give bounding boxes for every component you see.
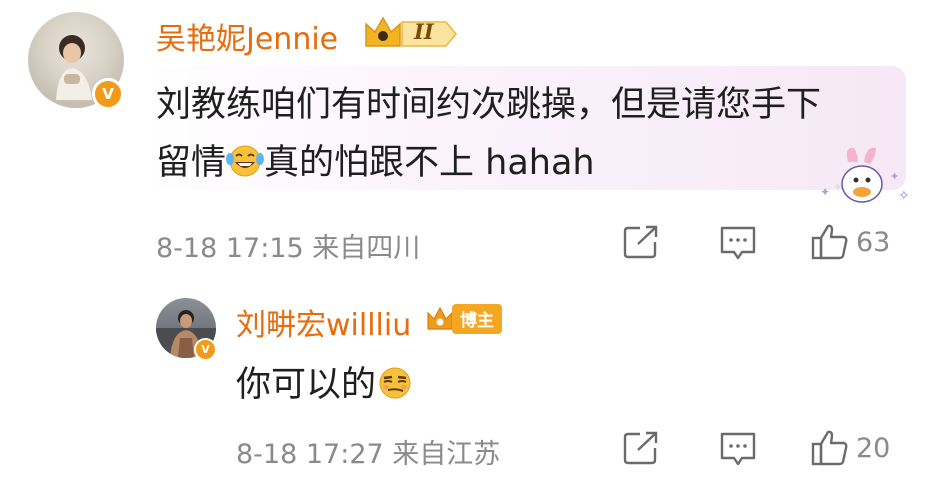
comment-text-part: 你可以的 <box>236 365 377 405</box>
like-button[interactable]: 63 <box>810 222 890 262</box>
like-count: 20 <box>856 432 891 464</box>
blogger-badge: 博主 <box>426 304 502 334</box>
crown-icon <box>365 16 457 47</box>
username[interactable]: 吴艳妮Jennie <box>156 14 338 58</box>
comment-text-line: 留情 真的怕跟不上 hahah <box>156 134 595 187</box>
like-count: 63 <box>856 226 891 258</box>
rank-badge: II <box>364 12 458 52</box>
crown-icon <box>427 306 453 330</box>
avatar[interactable]: V <box>28 12 124 110</box>
verified-badge: V <box>92 78 124 110</box>
comment-meta: 8-18 17:27 来自江苏 <box>236 439 501 470</box>
svg-text:✧: ✧ <box>834 183 842 193</box>
share-button[interactable] <box>622 430 660 466</box>
avatar[interactable]: V <box>156 298 217 361</box>
share-button[interactable] <box>622 224 660 260</box>
svg-text:✧: ✧ <box>898 188 910 204</box>
thumbs-up-icon <box>811 224 848 260</box>
comment-text-part: 真的怕跟不上 hahah <box>264 143 595 183</box>
laugh-cry-emoji <box>226 144 265 187</box>
share-icon <box>623 225 658 259</box>
svg-text:✦: ✦ <box>820 185 830 199</box>
comment-item: V 刘畊宏willliu 博主 你可以的 8-18 17:27 来自江苏 20 <box>0 284 932 478</box>
share-icon <box>623 431 658 465</box>
duck-sticker-icon: ✦ ✧ ✦ ✧ <box>820 147 910 204</box>
svg-text:✦: ✦ <box>890 170 899 183</box>
comment-text-line: 你可以的 <box>236 356 414 409</box>
comment-button[interactable] <box>718 430 758 468</box>
comment-icon <box>720 432 756 466</box>
like-button[interactable]: 20 <box>810 428 890 468</box>
rank-badge-label: II <box>414 19 434 44</box>
thumbs-up-icon <box>811 430 848 466</box>
comment-icon <box>720 226 756 260</box>
blogger-badge-label: 博主 <box>452 304 502 334</box>
username[interactable]: 刘畊宏willliu <box>236 300 411 344</box>
comment-text-part: 留情 <box>156 143 227 183</box>
comment-meta: 8-18 17:15 来自四川 <box>156 233 421 264</box>
verified-badge: V <box>194 338 217 361</box>
comment-button[interactable] <box>718 224 758 262</box>
comment-thread: V 吴艳妮Jennie II ✦ ✧ ✦ ✧ 刘教练咱们有时间约次跳操，但是请您… <box>0 0 932 478</box>
comment-text-line: 刘教练咱们有时间约次跳操，但是请您手下 <box>156 85 822 125</box>
comment-item: V 吴艳妮Jennie II ✦ ✧ ✦ ✧ 刘教练咱们有时间约次跳操，但是请您… <box>0 0 932 270</box>
smug-face-emoji <box>376 366 414 409</box>
